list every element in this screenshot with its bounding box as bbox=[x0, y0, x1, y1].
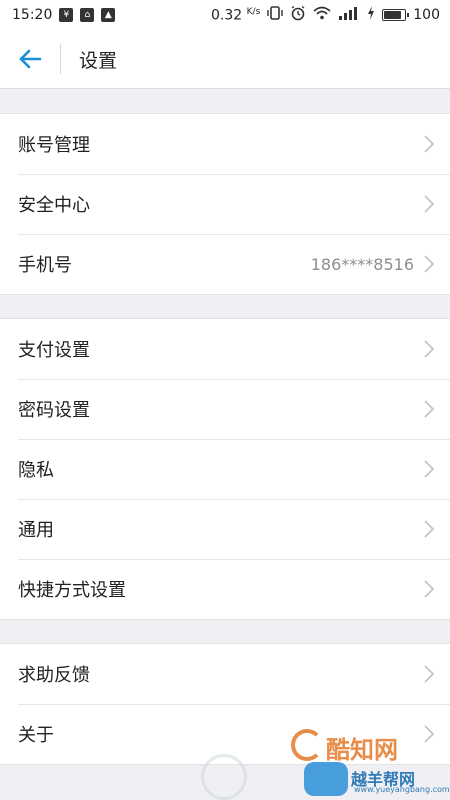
settings-item-label: 支付设置 bbox=[18, 340, 90, 361]
arrow-left-icon bbox=[19, 49, 42, 69]
settings-group-account: 账号管理 安全中心 手机号 186****8516 bbox=[0, 113, 450, 295]
shield-notification-icon: ¥ bbox=[59, 8, 74, 22]
page-title: 设置 bbox=[79, 49, 118, 72]
watermark-wifi-logo bbox=[304, 762, 348, 796]
status-time: 15:20 bbox=[12, 7, 53, 23]
chevron-right-icon bbox=[424, 460, 434, 478]
chevron-right-icon bbox=[424, 400, 434, 418]
vibrate-icon bbox=[267, 6, 283, 24]
chevron-right-icon bbox=[424, 665, 434, 683]
settings-item-label: 安全中心 bbox=[18, 195, 90, 216]
settings-item-password[interactable]: 密码设置 bbox=[0, 379, 450, 439]
settings-group-support: 求助反馈 关于 bbox=[0, 643, 450, 765]
phone-number-value: 186****8516 bbox=[310, 254, 414, 274]
settings-item-account-management[interactable]: 账号管理 bbox=[0, 114, 450, 174]
settings-item-general[interactable]: 通用 bbox=[0, 499, 450, 559]
back-button[interactable] bbox=[0, 30, 60, 88]
settings-item-label: 隐私 bbox=[18, 460, 54, 481]
chevron-right-icon bbox=[424, 725, 434, 743]
settings-item-label: 快捷方式设置 bbox=[18, 580, 126, 601]
watermark-url: www.yueyangbang.com bbox=[354, 785, 450, 794]
settings-item-privacy[interactable]: 隐私 bbox=[0, 439, 450, 499]
chevron-right-icon bbox=[424, 255, 434, 273]
settings-item-security-center[interactable]: 安全中心 bbox=[0, 174, 450, 234]
network-speed-unit: K/s bbox=[246, 6, 261, 17]
settings-item-about[interactable]: 关于 bbox=[0, 704, 450, 764]
settings-item-phone-number[interactable]: 手机号 186****8516 bbox=[0, 234, 450, 294]
settings-item-label: 账号管理 bbox=[18, 135, 90, 156]
settings-item-label: 密码设置 bbox=[18, 400, 90, 421]
header-divider bbox=[60, 44, 61, 74]
settings-item-label: 通用 bbox=[18, 520, 54, 541]
settings-item-feedback[interactable]: 求助反馈 bbox=[0, 644, 450, 704]
battery-level: 100 bbox=[413, 7, 440, 23]
battery-icon bbox=[382, 9, 410, 21]
watermark-brand-secondary: 越羊帮网 bbox=[351, 770, 416, 789]
network-speed: 0.32 K/s bbox=[211, 7, 260, 24]
settings-item-label: 求助反馈 bbox=[18, 665, 90, 686]
alarm-icon bbox=[290, 5, 306, 25]
signal-icon bbox=[338, 6, 360, 24]
chevron-right-icon bbox=[424, 580, 434, 598]
settings-item-label: 手机号 bbox=[18, 255, 72, 276]
status-bar-left: 15:20 ¥ ⌂ ▲ bbox=[12, 7, 116, 23]
chevron-right-icon bbox=[424, 195, 434, 213]
status-bar-right: 0.32 K/s 100 bbox=[211, 5, 440, 25]
wifi-icon bbox=[313, 6, 331, 24]
app-header: 设置 bbox=[0, 30, 450, 89]
settings-group-general: 支付设置 密码设置 隐私 通用 快捷方式设置 bbox=[0, 318, 450, 620]
image-notification-icon: ▲ bbox=[101, 8, 116, 22]
settings-item-shortcuts[interactable]: 快捷方式设置 bbox=[0, 559, 450, 619]
app-notification-icon: ⌂ bbox=[80, 8, 95, 22]
chevron-right-icon bbox=[424, 340, 434, 358]
battery-fill bbox=[384, 11, 402, 19]
charging-icon bbox=[367, 6, 375, 24]
settings-item-payment[interactable]: 支付设置 bbox=[0, 319, 450, 379]
settings-item-label: 关于 bbox=[18, 725, 54, 746]
chevron-right-icon bbox=[424, 135, 434, 153]
network-speed-value: 0.32 bbox=[211, 7, 243, 24]
chevron-right-icon bbox=[424, 520, 434, 538]
status-bar: 15:20 ¥ ⌂ ▲ 0.32 K/s 100 bbox=[0, 0, 450, 30]
